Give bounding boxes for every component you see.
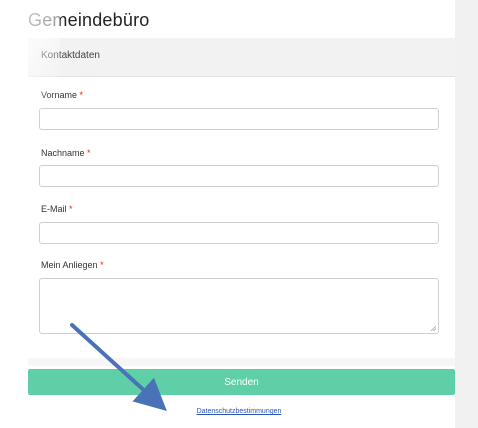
last-name-label: Nachname * xyxy=(41,148,91,158)
resize-grip-icon[interactable] xyxy=(430,325,436,331)
message-label: Mein Anliegen * xyxy=(41,260,104,270)
first-name-input[interactable] xyxy=(39,108,439,130)
first-name-label: Vorname * xyxy=(41,90,84,100)
page: Gemeindebüro Kontaktdaten Vorname * Nach… xyxy=(0,0,478,428)
contact-form-card: Kontaktdaten Vorname * Nachname * E-Mail… xyxy=(28,38,455,360)
email-label: E-Mail * xyxy=(41,204,73,214)
required-mark: * xyxy=(87,148,91,158)
right-gutter xyxy=(455,0,478,428)
required-mark: * xyxy=(69,204,73,214)
email-input[interactable] xyxy=(39,222,439,244)
required-mark: * xyxy=(100,260,104,270)
form-divider xyxy=(28,358,455,366)
send-button[interactable]: Senden xyxy=(28,369,455,395)
message-textarea[interactable] xyxy=(39,278,439,334)
last-name-input[interactable] xyxy=(39,165,439,187)
form-section-header: Kontaktdaten xyxy=(28,38,455,77)
privacy-policy-link[interactable]: Datenschutzbestimmungen xyxy=(0,408,478,415)
page-title: Gemeindebüro xyxy=(28,10,150,30)
form-section-title: Kontaktdaten xyxy=(41,50,100,61)
required-mark: * xyxy=(79,90,84,100)
